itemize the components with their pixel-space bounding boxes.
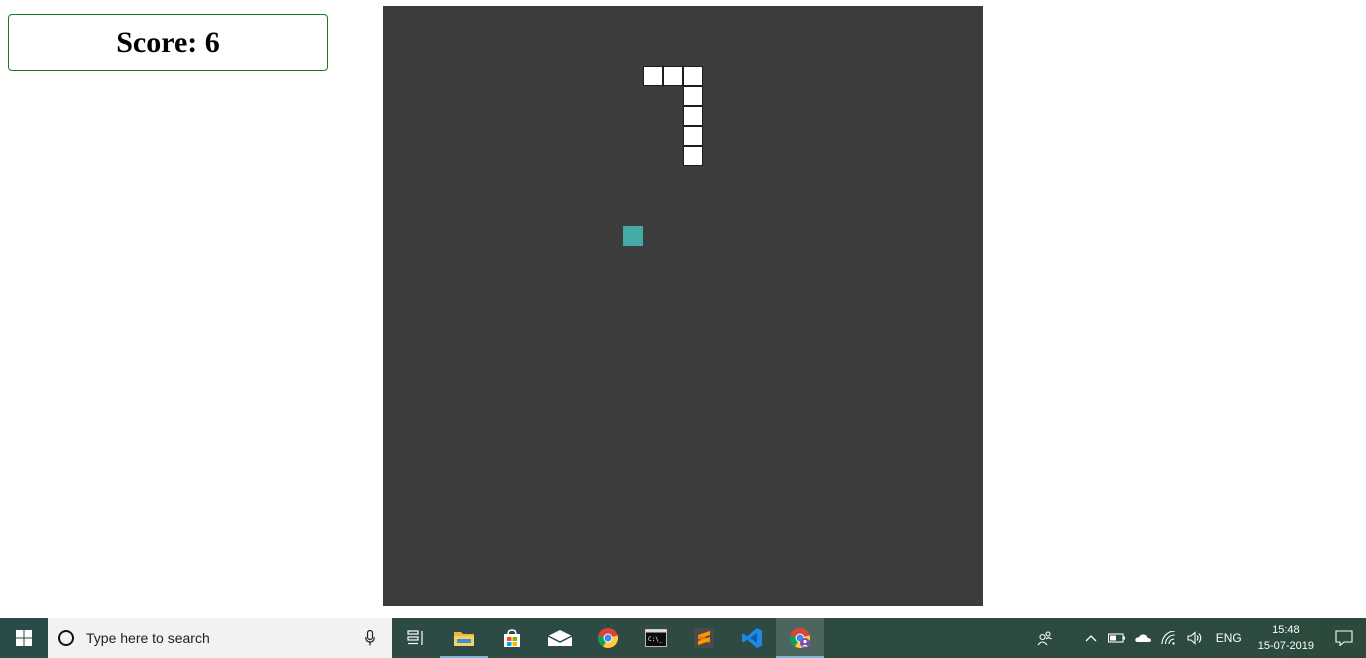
snake-segment bbox=[683, 86, 703, 106]
start-button[interactable] bbox=[0, 618, 48, 658]
file-explorer-icon[interactable] bbox=[440, 618, 488, 658]
svg-text:C:\_: C:\_ bbox=[648, 636, 663, 643]
taskbar: Type here to search C:\_ ENG 15:48 15-07… bbox=[0, 618, 1366, 658]
snake-segment bbox=[643, 66, 663, 86]
search-bar[interactable]: Type here to search bbox=[48, 618, 392, 658]
score-label: Score: 6 bbox=[116, 25, 220, 59]
battery-icon[interactable] bbox=[1105, 618, 1129, 658]
snake-segment bbox=[683, 66, 703, 86]
task-view-icon[interactable] bbox=[392, 618, 440, 658]
mail-icon[interactable] bbox=[536, 618, 584, 658]
language-indicator[interactable]: ENG bbox=[1208, 631, 1250, 645]
chrome-icon[interactable] bbox=[584, 618, 632, 658]
game-board[interactable] bbox=[383, 6, 983, 606]
wifi-icon[interactable] bbox=[1157, 618, 1181, 658]
snake-segment bbox=[683, 126, 703, 146]
people-icon[interactable] bbox=[1033, 618, 1057, 658]
clock[interactable]: 15:48 15-07-2019 bbox=[1250, 622, 1322, 654]
page: Score: 6 Type here to search C:\_ ENG 15… bbox=[0, 0, 1366, 658]
onedrive-icon[interactable] bbox=[1131, 618, 1155, 658]
cortana-icon bbox=[58, 630, 74, 646]
clock-time: 15:48 bbox=[1272, 624, 1300, 636]
volume-icon[interactable] bbox=[1183, 618, 1207, 658]
chevron-up-icon[interactable] bbox=[1079, 618, 1103, 658]
notification-icon[interactable] bbox=[1322, 618, 1366, 658]
score-panel: Score: 6 bbox=[8, 14, 328, 71]
vscode-icon[interactable] bbox=[728, 618, 776, 658]
windows-logo-icon bbox=[16, 630, 32, 646]
clock-date: 15-07-2019 bbox=[1257, 640, 1314, 652]
search-placeholder: Type here to search bbox=[86, 630, 210, 646]
chrome-profile-icon[interactable] bbox=[776, 618, 824, 658]
snake-head bbox=[683, 146, 703, 166]
microsoft-store-icon[interactable] bbox=[488, 618, 536, 658]
food-pellet bbox=[623, 226, 643, 246]
microphone-icon[interactable] bbox=[358, 626, 382, 650]
snake-segment bbox=[663, 66, 683, 86]
sublime-text-icon[interactable] bbox=[680, 618, 728, 658]
terminal-icon[interactable]: C:\_ bbox=[632, 618, 680, 658]
system-tray: ENG 15:48 15-07-2019 bbox=[1032, 618, 1366, 658]
snake-segment bbox=[683, 106, 703, 126]
